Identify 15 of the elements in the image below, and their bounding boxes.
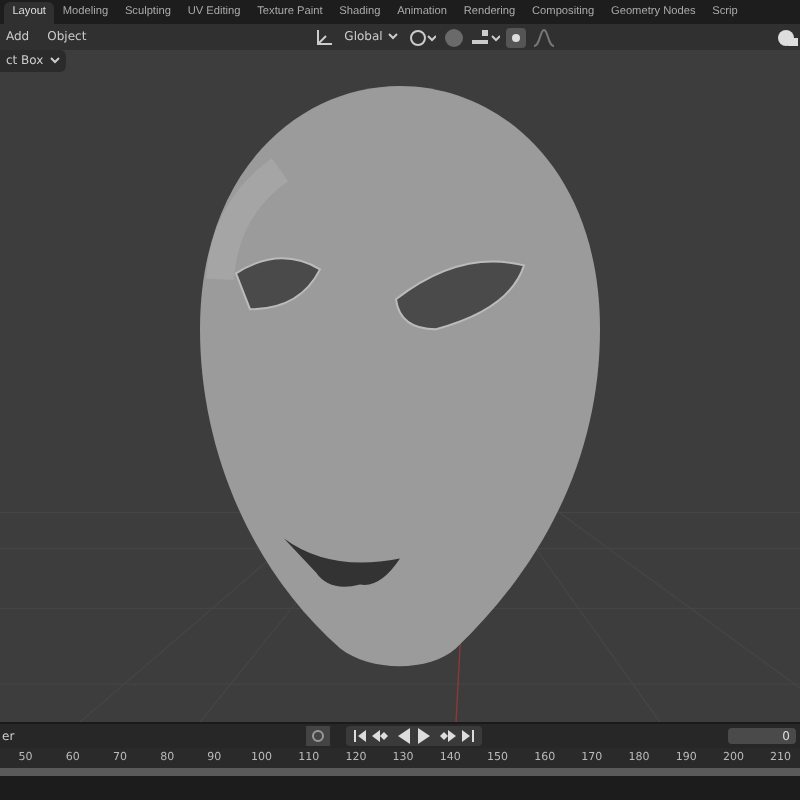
- pivot-icon[interactable]: [408, 27, 437, 47]
- axes-icon[interactable]: [314, 27, 335, 47]
- previous-keyframe-icon[interactable]: [372, 728, 393, 744]
- snap-icon[interactable]: [442, 27, 467, 47]
- view-object-icon[interactable]: [776, 27, 800, 47]
- next-keyframe-icon[interactable]: [436, 728, 457, 744]
- play-reverse-icon[interactable]: [396, 728, 413, 744]
- record-icon[interactable]: [306, 726, 331, 746]
- snap-target-icon[interactable]: [472, 27, 501, 47]
- play-icon[interactable]: [416, 728, 433, 744]
- caret-icon: [388, 31, 399, 40]
- caret-icon: [49, 56, 60, 65]
- jump-start-icon[interactable]: [352, 728, 369, 744]
- proportional-edit-icon[interactable]: [506, 27, 527, 47]
- jump-end-icon[interactable]: [460, 728, 477, 744]
